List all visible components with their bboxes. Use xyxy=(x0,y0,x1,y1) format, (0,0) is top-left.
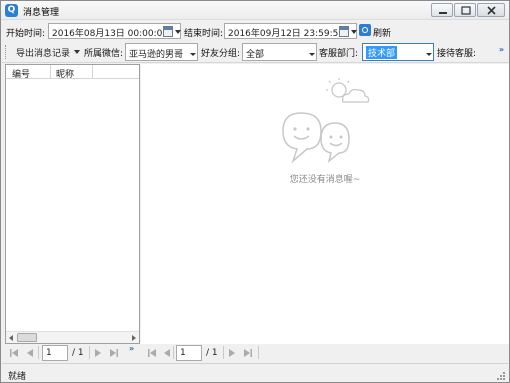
chevron-down-icon[interactable] xyxy=(188,47,198,63)
chevron-down-icon[interactable] xyxy=(74,50,80,54)
toolbar-overflow-button[interactable]: » xyxy=(499,45,504,54)
agent-label: 接待客服: xyxy=(437,49,477,59)
message-panel: 您还没有消息喔~ xyxy=(141,64,509,344)
close-icon xyxy=(487,6,496,15)
message-management-window: Q 消息管理 开始时间: 2016年08月13日 00:00:00 结束时间: … xyxy=(0,0,510,383)
end-time-picker[interactable]: 2016年09月12日 23:59:59 xyxy=(224,23,357,39)
dept-select[interactable]: 技术部 xyxy=(362,43,434,61)
minimize-button[interactable] xyxy=(431,3,453,17)
group-select[interactable]: 全部 xyxy=(242,43,317,61)
status-bar: 就绪 xyxy=(2,363,508,382)
refresh-button[interactable]: 刷新 xyxy=(373,26,391,39)
page-number-input[interactable]: 1 xyxy=(42,345,68,361)
page-number-input[interactable]: 1 xyxy=(176,345,202,361)
total-pages: / 1 xyxy=(72,348,84,358)
close-button[interactable] xyxy=(477,3,505,17)
pager-divider xyxy=(38,346,39,359)
start-time-picker[interactable]: 2016年08月13日 00:00:00 xyxy=(48,23,181,39)
wechat-select[interactable]: 亚马逊的男哥 xyxy=(125,43,198,61)
chat-bubbles-icon xyxy=(282,112,350,164)
end-time-label: 结束时间: xyxy=(184,29,224,39)
resize-grip-icon[interactable] xyxy=(496,371,505,380)
group-label: 好友分组: xyxy=(201,49,241,59)
calendar-icon[interactable] xyxy=(163,26,173,37)
maximize-icon xyxy=(461,6,471,15)
pager-divider xyxy=(89,346,90,359)
wechat-label: 所属微信: xyxy=(84,49,124,59)
first-page-icon[interactable] xyxy=(147,348,157,358)
chevron-down-icon[interactable] xyxy=(424,47,434,63)
wechat-value: 亚马逊的男哥 xyxy=(129,50,184,60)
left-pager-overflow-button[interactable]: » xyxy=(129,344,134,353)
next-page-icon[interactable] xyxy=(227,348,237,358)
column-divider[interactable] xyxy=(92,65,93,79)
app-logo-icon: Q xyxy=(5,4,18,17)
column-header-id[interactable]: 编号 xyxy=(12,67,30,80)
right-pager: 1 / 1 xyxy=(143,344,273,362)
maximize-button[interactable] xyxy=(454,3,476,17)
pager-divider xyxy=(258,346,259,359)
horizontal-scrollbar[interactable] xyxy=(6,331,139,343)
status-text: 就绪 xyxy=(8,372,27,382)
pager-divider xyxy=(223,346,224,359)
next-page-icon[interactable] xyxy=(93,348,103,358)
calendar-icon[interactable] xyxy=(339,26,349,37)
window-title: 消息管理 xyxy=(23,8,60,18)
contact-table: 编号 昵称 xyxy=(5,64,140,344)
date-filter-bar: 开始时间: 2016年08月13日 00:00:00 结束时间: 2016年09… xyxy=(2,21,508,41)
pager-divider xyxy=(173,346,174,359)
scroll-right-icon[interactable] xyxy=(132,335,136,341)
last-page-icon[interactable] xyxy=(109,348,119,358)
toolbar-grip[interactable] xyxy=(5,45,8,59)
end-time-value: 2016年09月12日 23:59:59 xyxy=(228,29,345,39)
column-header-nickname[interactable]: 昵称 xyxy=(56,67,74,80)
first-page-icon[interactable] xyxy=(9,348,19,358)
chevron-down-icon[interactable] xyxy=(175,30,181,34)
column-divider[interactable] xyxy=(50,65,51,79)
left-pager: 1 / 1 xyxy=(5,344,125,362)
start-time-label: 开始时间: xyxy=(6,29,46,39)
title-bar: Q 消息管理 xyxy=(1,1,509,20)
last-page-icon[interactable] xyxy=(243,348,253,358)
scroll-left-icon[interactable] xyxy=(9,335,13,341)
prev-page-icon[interactable] xyxy=(25,348,35,358)
refresh-icon[interactable] xyxy=(359,24,371,36)
toolbar: 导出消息记录 所属微信: 亚马逊的男哥 好友分组: 全部 客服部门: 技术部 接… xyxy=(2,41,508,63)
export-records-button[interactable]: 导出消息记录 xyxy=(16,46,70,59)
minimize-icon xyxy=(439,12,447,14)
scrollbar-thumb[interactable] xyxy=(17,333,37,342)
dept-label: 客服部门: xyxy=(319,49,359,59)
weather-icon xyxy=(326,78,370,103)
total-pages: / 1 xyxy=(206,348,218,358)
start-time-value: 2016年08月13日 00:00:00 xyxy=(52,29,169,39)
table-header: 编号 昵称 xyxy=(6,65,139,80)
chevron-down-icon[interactable] xyxy=(307,47,317,63)
chevron-down-icon[interactable] xyxy=(351,30,357,34)
prev-page-icon[interactable] xyxy=(162,348,172,358)
empty-state-message: 您还没有消息喔~ xyxy=(289,175,361,185)
dept-value: 技术部 xyxy=(366,46,398,59)
group-value: 全部 xyxy=(246,50,265,60)
